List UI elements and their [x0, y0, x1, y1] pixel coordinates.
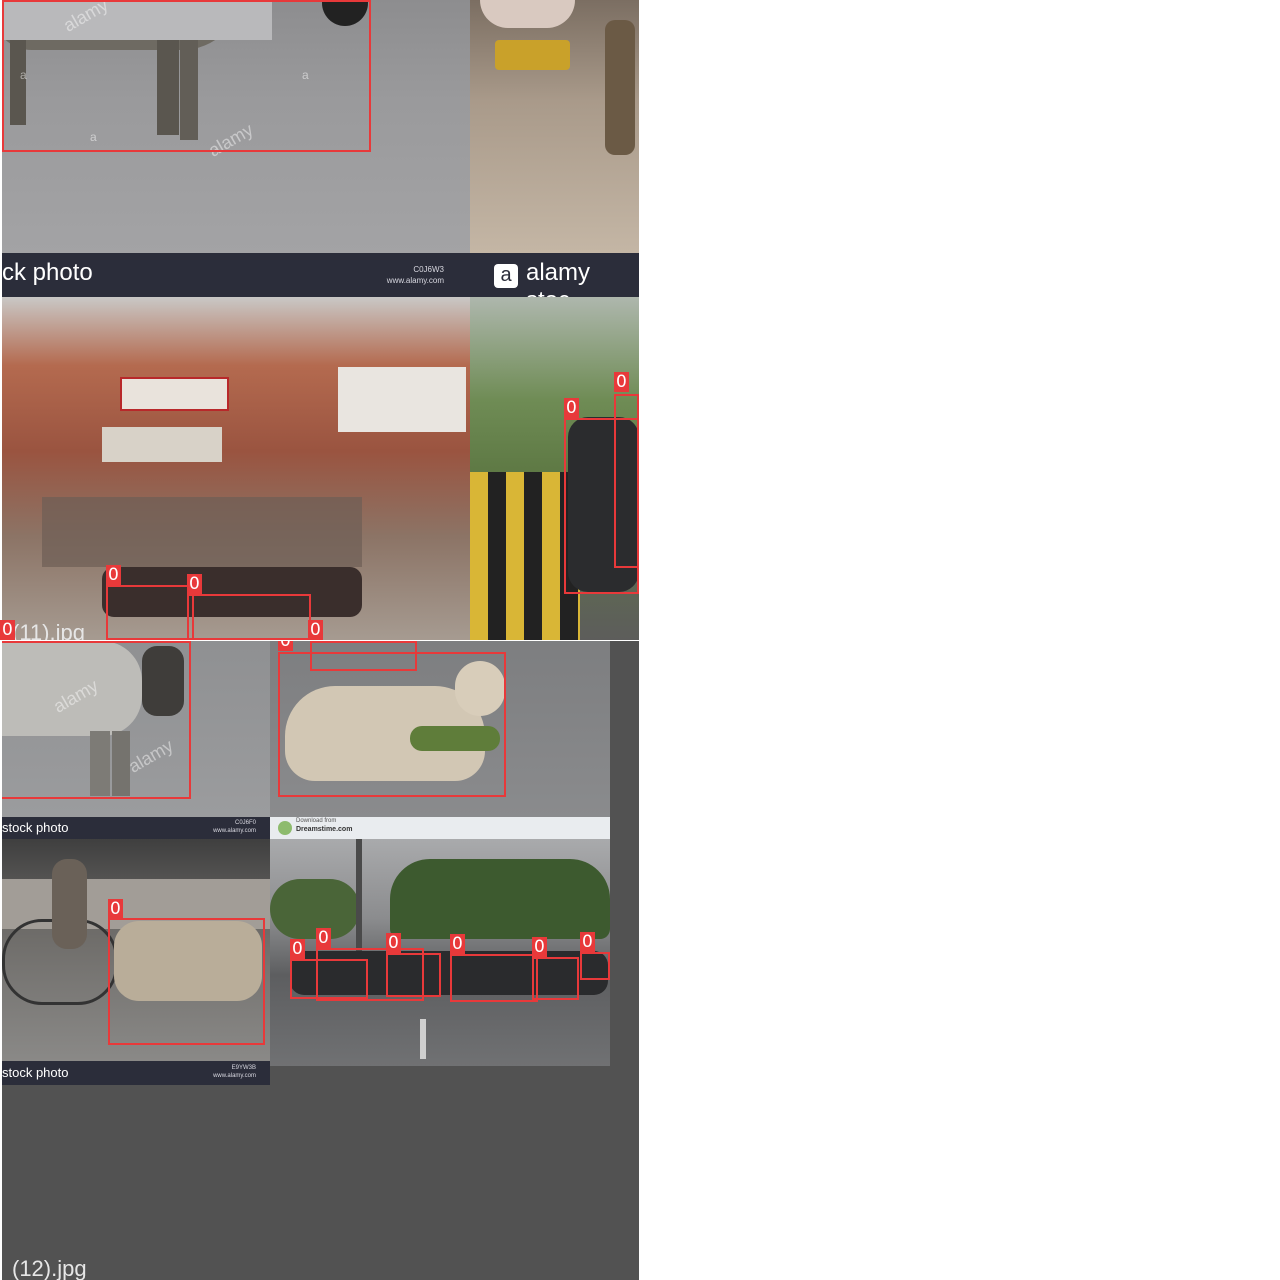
shop-sign [338, 367, 466, 432]
dreamstime-logo-icon [278, 821, 292, 835]
bar-url: www.alamy.com [386, 276, 444, 285]
alamy-logo-icon: a [494, 264, 518, 288]
detection-label: 0 [316, 928, 331, 948]
tile-12: alamy alamy stock photo C0J6F0 www.alamy… [2, 641, 639, 1280]
alamy-bar: stock photo C0J6F0 www.alamy.com [2, 817, 270, 839]
detection-label: 0 [187, 574, 202, 594]
trees [270, 879, 360, 939]
umbrella [480, 0, 575, 28]
bar-text: stock photo [2, 820, 69, 835]
dreamstime-site: Dreamstime.com [296, 826, 353, 833]
detection-label: 0 [278, 641, 293, 651]
person [605, 20, 635, 155]
detection-label: 0 [0, 620, 15, 640]
detection-box [614, 394, 639, 568]
detection-box [310, 641, 417, 671]
pole [356, 839, 362, 959]
detection-box [2, 641, 191, 799]
detection-label: 0 [564, 398, 579, 418]
detection-label: 0 [614, 372, 629, 392]
detection-box [106, 585, 194, 640]
bar-url: www.alamy.com [213, 828, 256, 834]
dreamstime-title: Download from [296, 818, 337, 824]
alamy-bar: stock photo E9YW3B www.alamy.com [2, 1061, 270, 1085]
detection-box [386, 953, 441, 997]
detection-box [187, 594, 311, 640]
detection-label: 0 [450, 934, 465, 954]
image-caption: (11).jpg [12, 620, 85, 640]
market-photo [470, 0, 639, 253]
detection-box [450, 954, 538, 1002]
detection-label: 0 [386, 933, 401, 953]
bar-code: C0J6W3 [413, 265, 444, 274]
detection-box [2, 0, 371, 152]
detection-box [532, 957, 579, 1000]
street-scene-photo [2, 297, 470, 640]
trees [390, 859, 610, 939]
detection-label: 0 [532, 937, 547, 957]
detection-box [580, 952, 610, 980]
banana-cart [495, 40, 570, 70]
bar-code: E9YW3B [231, 1065, 256, 1071]
bar-text: stock photo [2, 1065, 69, 1080]
bar-text: ck photo [2, 259, 93, 286]
awning [102, 427, 222, 462]
detection-label: 0 [308, 620, 323, 640]
detection-label: 0 [106, 565, 121, 585]
detection-label: 0 [580, 932, 595, 952]
bar-code: C0J6F0 [234, 820, 256, 826]
detection-label: 0 [290, 939, 305, 959]
detection-box [108, 918, 265, 1045]
detection-label: 0 [108, 899, 123, 919]
dreamstime-banner: Download from Dreamstime.com [270, 817, 610, 839]
bar-url: www.alamy.com [213, 1073, 256, 1079]
lane-mark [420, 1019, 426, 1059]
tile-11: alamy alamy a a a ck photo C0J6W3 www.al… [2, 0, 639, 640]
man [52, 859, 87, 949]
alamy-bar: ck photo C0J6W3 www.alamy.com a alamy st… [2, 253, 639, 314]
shop-sign [120, 377, 229, 411]
detection-box [278, 652, 506, 797]
image-caption: (12).jpg [12, 1256, 87, 1280]
people-crowd [42, 497, 362, 567]
